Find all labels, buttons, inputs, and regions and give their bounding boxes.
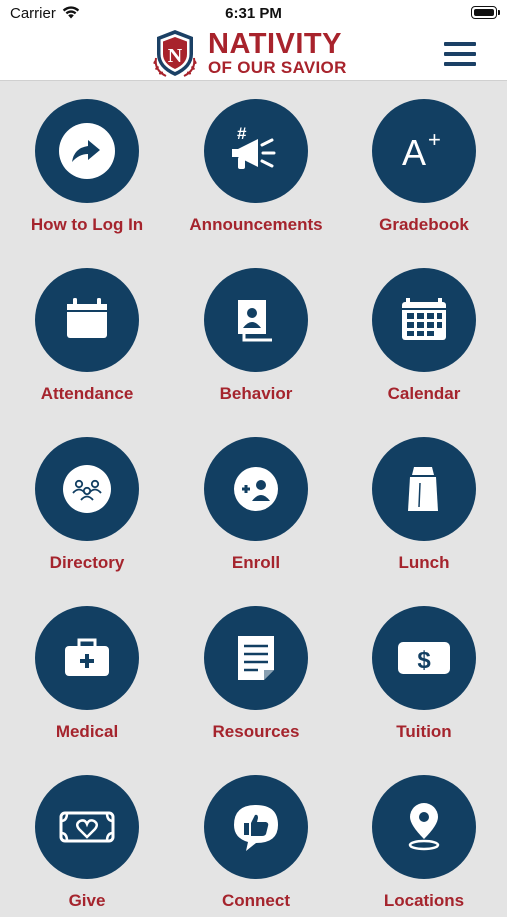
tile-icon-circle — [372, 268, 476, 372]
tile-label: Lunch — [398, 553, 450, 572]
feature-grid: How to Log In # Announcements A + Gradeb… — [0, 81, 507, 910]
tile-behavior[interactable]: Behavior — [171, 250, 339, 410]
share-arrow-icon — [59, 123, 115, 179]
tile-label: Attendance — [40, 384, 134, 403]
tile-gradebook[interactable]: A + Gradebook — [339, 81, 507, 241]
tile-enroll[interactable]: Enroll — [171, 419, 339, 579]
app-header: N NATIVITY OF OUR SAVIOR — [0, 28, 507, 81]
calendar-page-icon — [67, 298, 107, 338]
tile-label: Announcements — [189, 215, 323, 234]
tile-calendar[interactable]: Calendar — [339, 250, 507, 410]
brand-line-1: NATIVITY — [208, 28, 342, 60]
group-people-icon — [63, 465, 111, 513]
tile-icon-circle: # — [204, 99, 308, 203]
tile-label: Medical — [55, 722, 119, 741]
tile-label: Connect — [222, 891, 290, 910]
document-icon — [238, 636, 274, 680]
heart-ticket-icon — [59, 811, 115, 843]
tile-medical[interactable]: Medical — [2, 588, 170, 748]
tile-label: Behavior — [219, 384, 293, 403]
tile-directory[interactable]: Directory — [2, 419, 170, 579]
tile-announcements[interactable]: # Announcements — [171, 81, 339, 241]
tile-connect[interactable]: Connect — [171, 757, 339, 917]
svg-text:N: N — [168, 45, 183, 67]
tile-icon-circle — [35, 437, 139, 541]
tile-tuition[interactable]: $ Tuition — [339, 588, 507, 748]
tile-icon-circle — [35, 268, 139, 372]
thumbs-up-bubble-icon — [234, 805, 278, 851]
tile-icon-circle — [372, 775, 476, 879]
tile-icon-circle — [35, 775, 139, 879]
tile-label: How to Log In — [30, 215, 144, 234]
tile-icon-circle — [372, 437, 476, 541]
tile-icon-circle: A + — [372, 99, 476, 203]
tile-label: Enroll — [231, 553, 281, 572]
lunch-bag-icon — [408, 467, 438, 511]
tile-attendance[interactable]: Attendance — [2, 250, 170, 410]
tile-label: Tuition — [396, 722, 452, 741]
tile-label: Calendar — [387, 384, 461, 403]
brand-line-2: OF OUR SAVIOR — [208, 58, 347, 77]
map-pin-icon — [408, 803, 440, 851]
tile-lunch[interactable]: Lunch — [339, 419, 507, 579]
tile-label: Give — [68, 891, 106, 910]
school-name: NATIVITY OF OUR SAVIOR — [208, 28, 347, 77]
a-plus-icon: A + — [402, 127, 441, 173]
tile-icon-circle — [204, 437, 308, 541]
tile-resources[interactable]: Resources — [171, 588, 339, 748]
tile-how-to-log-in[interactable]: How to Log In — [2, 81, 170, 241]
tile-label: Locations — [383, 891, 465, 910]
add-user-icon — [234, 467, 278, 511]
status-time: 6:31 PM — [225, 5, 282, 22]
svg-text:A: A — [402, 132, 426, 173]
svg-text:$: $ — [417, 647, 431, 674]
tile-icon-circle — [35, 99, 139, 203]
medical-kit-icon — [65, 638, 109, 676]
battery-icon — [471, 6, 500, 19]
dollar-bill-icon: $ — [398, 642, 450, 674]
megaphone-icon: # — [232, 124, 276, 169]
tile-give[interactable]: Give — [2, 757, 170, 917]
calendar-grid-icon — [402, 298, 446, 340]
tile-label: Directory — [49, 553, 125, 572]
hamburger-menu-icon[interactable] — [444, 40, 478, 68]
tile-icon-circle — [204, 606, 308, 710]
tile-icon-circle: $ — [372, 606, 476, 710]
profile-cards-icon — [238, 300, 272, 342]
svg-text:+: + — [428, 127, 441, 152]
tile-locations[interactable]: Locations — [339, 757, 507, 917]
tile-label: Gradebook — [379, 215, 469, 234]
svg-text:#: # — [237, 124, 247, 143]
school-crest-logo: N — [153, 30, 197, 77]
tile-icon-circle — [204, 775, 308, 879]
tile-icon-circle — [204, 268, 308, 372]
tile-icon-circle — [35, 606, 139, 710]
status-bar: Carrier 6:31 PM — [0, 0, 507, 28]
tile-label: Resources — [212, 722, 300, 741]
